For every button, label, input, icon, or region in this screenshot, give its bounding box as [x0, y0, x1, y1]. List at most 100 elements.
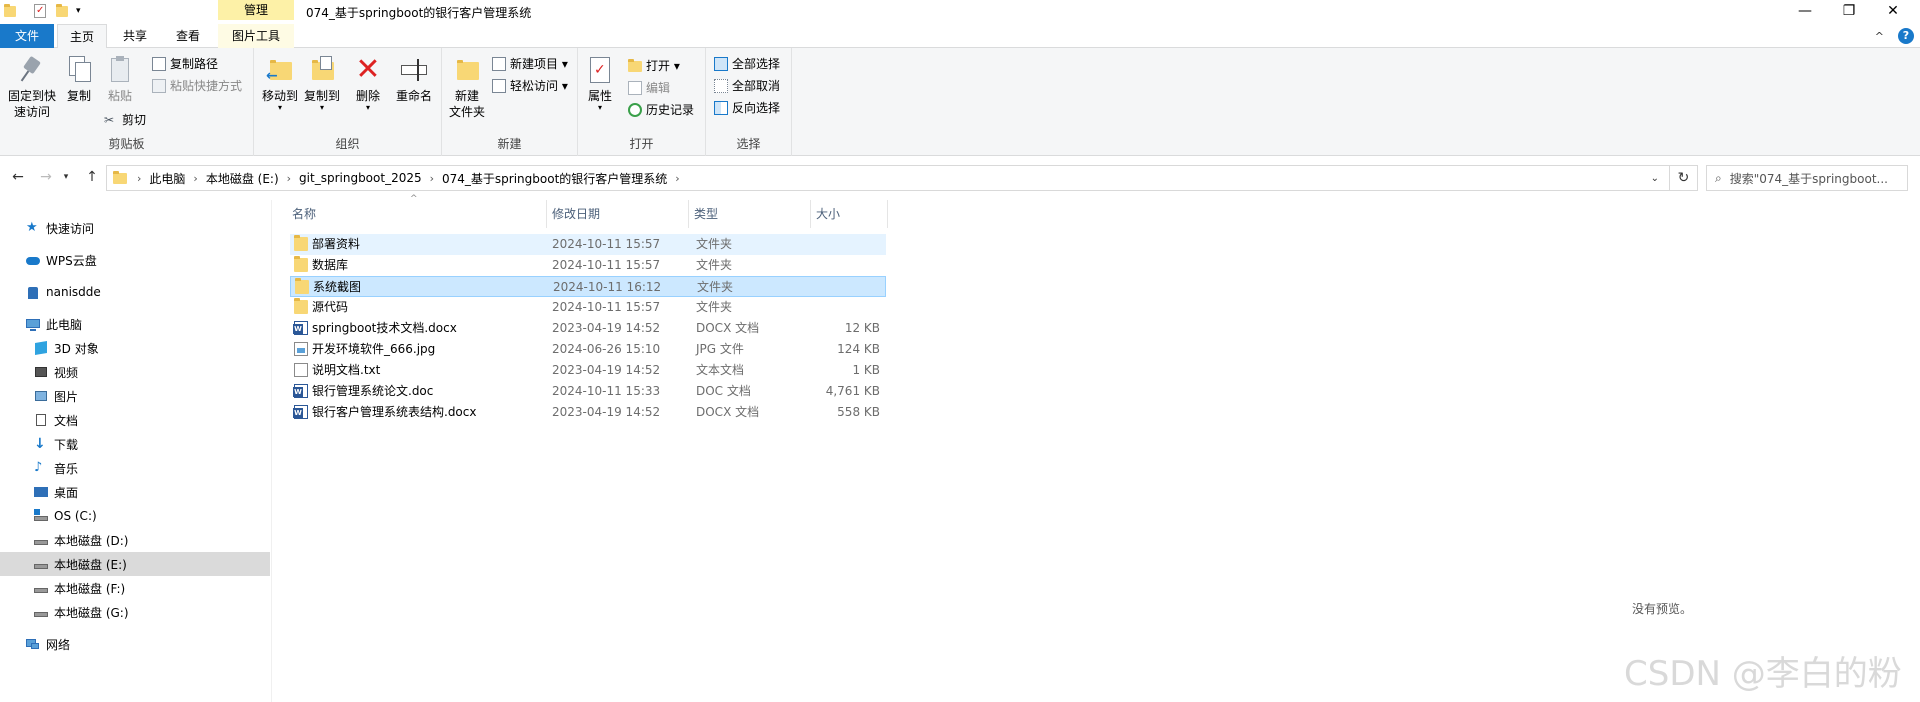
- nav-music[interactable]: ♪ 音乐: [0, 456, 270, 480]
- nav-desktop[interactable]: 桌面: [0, 480, 270, 504]
- edit-button[interactable]: 编辑: [628, 78, 670, 98]
- move-to-button[interactable]: ← 移动到 ▾: [260, 54, 300, 112]
- customize-quick-access-icon[interactable]: ▾: [76, 6, 90, 22]
- list-item[interactable]: 说明文档.txt 2023-04-19 14:52 文本文档 1 KB: [290, 360, 886, 381]
- search-icon: ⌕: [1715, 170, 1722, 185]
- new-item-button[interactable]: 新建项目 ▾: [492, 54, 568, 74]
- organize-group: ← 移动到 ▾ 复制到 ▾ ✕ 删除 ▾ 重命名 组织: [254, 48, 442, 156]
- select-all-button[interactable]: 全部选择: [714, 54, 780, 74]
- maximize-button[interactable]: ❐: [1826, 0, 1872, 22]
- tab-picture-tools[interactable]: 图片工具: [218, 24, 294, 48]
- breadcrumb-chevron-icon[interactable]: ›: [133, 172, 145, 185]
- breadcrumb-git-folder[interactable]: git_springboot_2025: [295, 171, 426, 185]
- nav-this-pc[interactable]: 此电脑: [0, 312, 270, 336]
- nav-documents[interactable]: 文档: [0, 408, 270, 432]
- nav-3d-objects[interactable]: 3D 对象: [0, 336, 270, 360]
- history-button[interactable]: 历史记录: [628, 100, 694, 120]
- nav-drive-g[interactable]: 本地磁盘 (G:): [0, 600, 270, 624]
- easy-access-icon: [492, 79, 506, 93]
- breadcrumb-this-pc[interactable]: 此电脑: [145, 170, 189, 187]
- list-item[interactable]: 银行客户管理系统表结构.docx 2023-04-19 14:52 DOCX 文…: [290, 402, 886, 423]
- list-item[interactable]: 开发环境软件_666.jpg 2024-06-26 15:10 JPG 文件 1…: [290, 339, 886, 360]
- address-bar[interactable]: › 此电脑 › 本地磁盘 (E:) › git_springboot_2025 …: [106, 165, 1698, 191]
- collapse-ribbon-icon[interactable]: ^: [1875, 30, 1884, 43]
- select-all-icon: [714, 57, 728, 71]
- column-header-date[interactable]: 修改日期: [550, 200, 689, 228]
- minimize-button[interactable]: —: [1782, 0, 1828, 22]
- folder-icon[interactable]: [4, 3, 18, 19]
- search-box[interactable]: ⌕ 搜索"074_基于springboot...: [1706, 165, 1908, 191]
- column-header-size[interactable]: 大小: [814, 200, 888, 228]
- drive-icon: [34, 557, 48, 571]
- copy-path-button[interactable]: 复制路径: [152, 54, 218, 74]
- open-button[interactable]: 打开 ▾: [628, 56, 680, 76]
- list-item[interactable]: 数据库 2024-10-11 15:57 文件夹: [290, 255, 886, 276]
- nav-pictures[interactable]: 图片: [0, 384, 270, 408]
- delete-button[interactable]: ✕ 删除 ▾: [350, 54, 386, 112]
- tab-file[interactable]: 文件: [0, 24, 54, 48]
- recent-locations-icon[interactable]: ▾: [60, 167, 72, 187]
- nav-user[interactable]: nanisdde: [0, 280, 270, 304]
- properties-check-icon[interactable]: ✓: [34, 4, 46, 18]
- navigation-pane: ★ 快速访问 WPS云盘 nanisdde 此电脑 3D 对象 视频 图片 文档…: [0, 200, 272, 702]
- location-folder-icon: [113, 171, 127, 184]
- paste-button[interactable]: 粘贴: [100, 54, 140, 104]
- breadcrumb-chevron-icon[interactable]: ›: [283, 172, 295, 185]
- file-type: 文件夹: [696, 300, 733, 314]
- nav-drive-d[interactable]: 本地磁盘 (D:): [0, 528, 270, 552]
- breadcrumb-chevron-icon[interactable]: ›: [426, 172, 438, 185]
- back-arrow-icon[interactable]: ←: [8, 167, 28, 187]
- pin-quick-access-button[interactable]: 固定到快 速访问: [4, 54, 60, 120]
- paste-shortcut-button[interactable]: 粘贴快捷方式: [152, 76, 242, 96]
- file-type: DOC 文档: [696, 384, 751, 398]
- rename-button[interactable]: 重命名: [392, 54, 436, 104]
- cut-button[interactable]: ✂ 剪切: [104, 110, 146, 130]
- nav-label: nanisdde: [46, 285, 101, 299]
- nav-label: 此电脑: [46, 317, 83, 332]
- nav-downloads[interactable]: ↓ 下载: [0, 432, 270, 456]
- address-dropdown-icon[interactable]: ⌄: [1651, 173, 1659, 184]
- nav-label: 音乐: [54, 461, 79, 476]
- invert-selection-button[interactable]: 反向选择: [714, 98, 780, 118]
- column-header-type[interactable]: 类型: [692, 200, 811, 228]
- nav-quick-access[interactable]: ★ 快速访问: [0, 216, 270, 240]
- copy-button[interactable]: 复制: [60, 54, 98, 104]
- forward-arrow-icon[interactable]: →: [36, 167, 56, 187]
- nav-drive-f[interactable]: 本地磁盘 (F:): [0, 576, 270, 600]
- breadcrumb-chevron-icon[interactable]: ›: [671, 172, 683, 185]
- help-icon[interactable]: ?: [1898, 28, 1914, 44]
- nav-drive-c[interactable]: OS (C:): [0, 504, 270, 528]
- copy-to-label: 复制到: [303, 89, 340, 103]
- list-item[interactable]: 源代码 2024-10-11 15:57 文件夹: [290, 297, 886, 318]
- select-none-button[interactable]: 全部取消: [714, 76, 780, 96]
- breadcrumb-project-folder[interactable]: 074_基于springboot的银行客户管理系统: [438, 170, 671, 187]
- nav-drive-e[interactable]: 本地磁盘 (E:): [0, 552, 270, 576]
- properties-button[interactable]: ✓ 属性 ▾: [582, 54, 618, 112]
- list-item[interactable]: 银行管理系统论文.doc 2024-10-11 15:33 DOC 文档 4,7…: [290, 381, 886, 402]
- breadcrumb-drive-e[interactable]: 本地磁盘 (E:): [202, 170, 283, 187]
- refresh-icon[interactable]: ↻: [1669, 166, 1697, 190]
- tab-share[interactable]: 共享: [110, 24, 160, 48]
- new-folder-button[interactable]: 新建 文件夹: [446, 54, 488, 120]
- list-item[interactable]: springboot技术文档.docx 2023-04-19 14:52 DOC…: [290, 318, 886, 339]
- breadcrumb-chevron-icon[interactable]: ›: [189, 172, 201, 185]
- close-button[interactable]: ✕: [1870, 0, 1916, 22]
- invert-selection-icon: [714, 101, 728, 115]
- list-item[interactable]: 部署资料 2024-10-11 15:57 文件夹: [290, 234, 886, 255]
- copy-to-button[interactable]: 复制到 ▾: [302, 54, 342, 112]
- nav-videos[interactable]: 视频: [0, 360, 270, 384]
- file-name: 源代码: [312, 300, 349, 314]
- tab-home[interactable]: 主页: [57, 24, 107, 48]
- new-folder-icon[interactable]: [56, 3, 70, 19]
- nav-network[interactable]: 网络: [0, 632, 270, 656]
- nav-label: WPS云盘: [46, 253, 97, 268]
- column-header-name[interactable]: 名称: [290, 200, 547, 228]
- easy-access-button[interactable]: 轻松访问 ▾: [492, 76, 568, 96]
- up-arrow-icon[interactable]: ↑: [82, 167, 102, 187]
- nav-wps-cloud[interactable]: WPS云盘: [0, 248, 270, 272]
- nav-label: 快速访问: [46, 221, 95, 236]
- tab-view[interactable]: 查看: [162, 24, 214, 48]
- delete-dropdown-icon: ▾: [365, 103, 370, 112]
- list-item[interactable]: 系统截图 2024-10-11 16:12 文件夹: [290, 276, 886, 297]
- folder-icon: [294, 235, 308, 251]
